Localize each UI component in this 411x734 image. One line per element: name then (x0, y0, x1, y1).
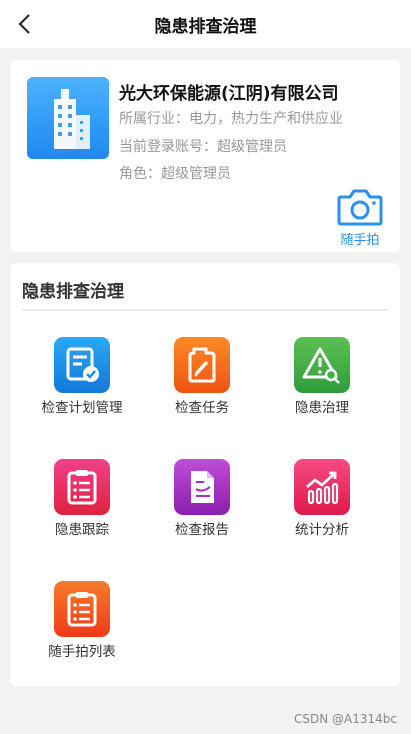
bar-chart-icon (294, 459, 350, 515)
quick-photo-label: 随手拍 (340, 233, 380, 248)
menu-item-label: 检查报告 (175, 522, 229, 538)
menu-item-inspection-plan[interactable]: 检查计划管理 (22, 337, 142, 427)
user-role: 角色：超级管理员 (119, 166, 231, 182)
menu-item-label: 隐患跟踪 (55, 522, 109, 538)
clipboard-list-icon (54, 581, 110, 637)
login-account: 当前登录账号：超级管理员 (119, 139, 287, 155)
menu-item-hazard-governance[interactable]: 隐患治理 (262, 337, 382, 427)
menu-section-title: 隐患排查治理 (22, 282, 124, 302)
menu-item-photo-list[interactable]: 随手拍列表 (22, 581, 142, 671)
checklist-icon (54, 337, 110, 393)
company-industry: 所属行业：电力，热力生产和供应业 (119, 111, 343, 127)
hazard-menu-card: 隐患排查治理 检查计划管理 检查任务 隐患治理 隐患跟踪 检查报告 统计分析 随… (10, 263, 400, 686)
menu-item-label: 检查计划管理 (41, 400, 123, 416)
camera-icon (337, 189, 383, 226)
menu-item-statistics[interactable]: 统计分析 (262, 459, 382, 549)
company-name: 光大环保能源(江阴)有限公司 (119, 84, 339, 104)
page-title: 隐患排查治理 (154, 16, 257, 37)
watermark: CSDN @A1314bc (294, 712, 397, 726)
warning-search-icon (294, 337, 350, 393)
menu-item-inspection-task[interactable]: 检查任务 (142, 337, 262, 427)
menu-item-hazard-tracking[interactable]: 隐患跟踪 (22, 459, 142, 549)
quick-photo-button[interactable]: 随手拍 (332, 188, 388, 250)
building-icon (27, 77, 109, 159)
menu-item-inspection-report[interactable]: 检查报告 (142, 459, 262, 549)
menu-item-label: 随手拍列表 (48, 644, 116, 660)
chevron-left-icon (18, 14, 30, 34)
back-button[interactable] (6, 6, 42, 42)
task-pencil-icon (174, 337, 230, 393)
menu-item-label: 检查任务 (175, 400, 229, 416)
menu-item-label: 统计分析 (295, 522, 349, 538)
navigation-bar: 隐患排查治理 (0, 0, 411, 48)
menu-item-label: 隐患治理 (295, 400, 349, 416)
divider (22, 309, 388, 311)
company-info-card: 光大环保能源(江阴)有限公司 所属行业：电力，热力生产和供应业 当前登录账号：超… (10, 60, 400, 252)
clipboard-list-icon (54, 459, 110, 515)
report-document-icon (174, 459, 230, 515)
